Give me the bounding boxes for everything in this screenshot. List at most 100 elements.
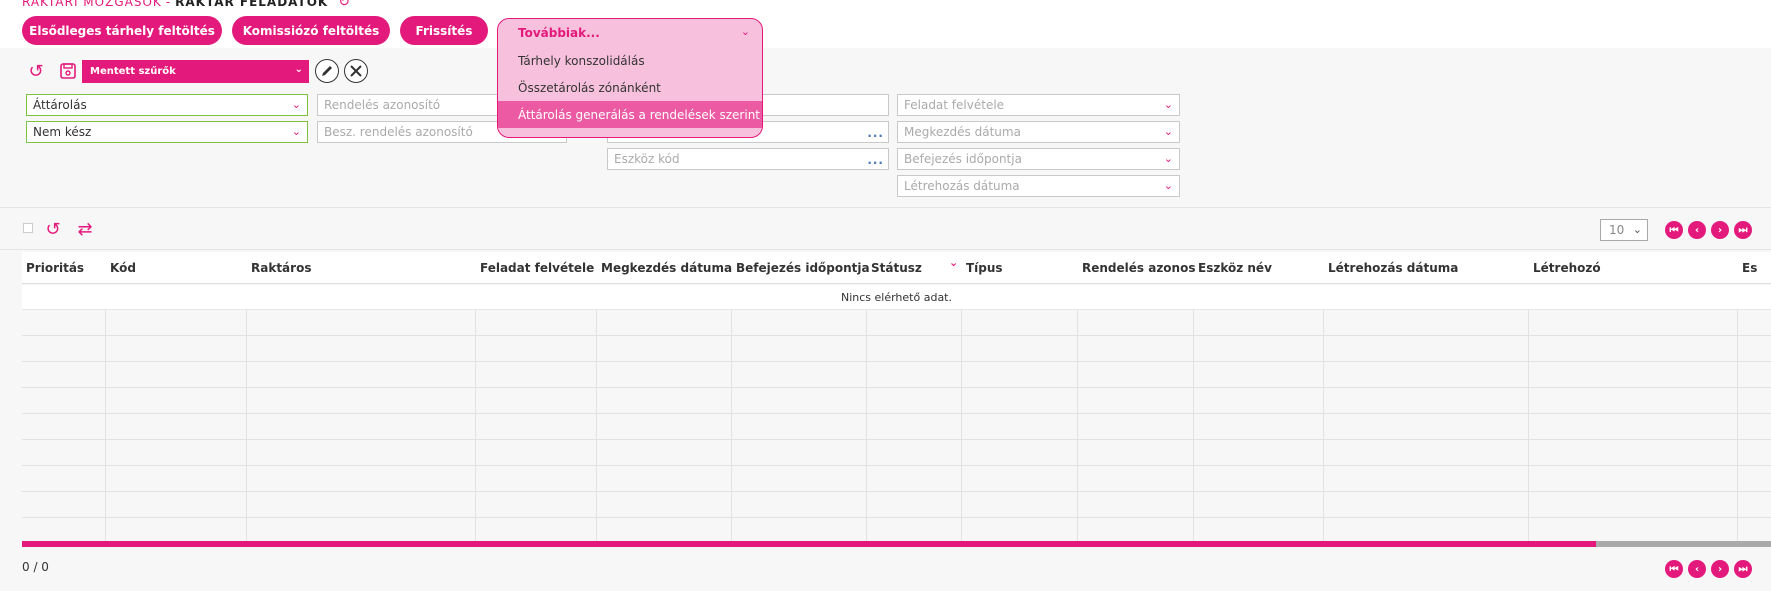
ellipsis-icon[interactable]: ... xyxy=(867,153,884,167)
page: RAKTÁRI MOZGÁSOK - RAKTÁR FELADATOK ↻ Elsőd… xyxy=(0,0,1771,591)
column-header-created-by[interactable]: Létrehozó xyxy=(1533,252,1733,284)
finish-time-filter[interactable]: Befejezés időpontja ⌄ xyxy=(897,148,1180,170)
row-divider xyxy=(22,517,1771,518)
save-filter-icon[interactable] xyxy=(57,60,79,82)
sort-desc-icon[interactable]: ⌄ xyxy=(949,256,958,269)
more-dropdown-label[interactable]: Továbbiak... xyxy=(498,19,762,47)
row-divider xyxy=(22,387,1771,388)
chevron-down-icon: ⌄ xyxy=(294,64,303,75)
last-page-icon[interactable]: ⏭ xyxy=(1734,221,1752,239)
table-body xyxy=(22,310,1771,542)
table-header: Prioritás Kód Raktáros Feladat felvétele… xyxy=(22,252,1771,284)
menu-item-relocation-by-orders[interactable]: Áttárolás generálás a rendelések szerint xyxy=(498,101,762,128)
grid-footer xyxy=(0,550,1771,591)
column-divider xyxy=(1528,310,1529,542)
start-date-placeholder: Megkezdés dátuma xyxy=(904,125,1021,139)
type-filter-value: Áttárolás xyxy=(33,98,87,112)
refresh-icon[interactable]: ↻ xyxy=(338,0,351,10)
device-code-field[interactable]: Eszköz kód ... xyxy=(607,148,889,170)
column-header-code[interactable]: Kód xyxy=(110,252,230,284)
column-divider xyxy=(1737,310,1738,542)
saved-filters-select[interactable]: Mentett szűrők ⌄ xyxy=(82,60,309,83)
column-header-order-id[interactable]: Rendelés azonosító xyxy=(1082,252,1195,284)
column-divider xyxy=(961,310,962,542)
column-header-start-date[interactable]: Megkezdés dátuma xyxy=(601,252,733,284)
prev-page-icon[interactable]: ‹ xyxy=(1688,221,1706,239)
grid-toolbar xyxy=(0,208,1771,250)
column-header-device[interactable]: Es xyxy=(1742,252,1771,284)
column-divider xyxy=(475,310,476,542)
purchase-order-id-placeholder: Besz. rendelés azonosító xyxy=(324,125,473,139)
chevron-down-icon: ⌄ xyxy=(291,98,301,111)
menu-item-zone-storage[interactable]: Összetárolás zónánként xyxy=(498,74,762,101)
column-header-warehouseman[interactable]: Raktáros xyxy=(251,252,451,284)
row-divider xyxy=(22,465,1771,466)
column-header-finish-time[interactable]: Befejezés időpontja xyxy=(736,252,869,284)
row-divider xyxy=(22,413,1771,414)
delete-filter-button[interactable] xyxy=(344,59,368,83)
column-divider xyxy=(1193,310,1194,542)
order-id-placeholder: Rendelés azonosító xyxy=(324,98,441,112)
row-divider xyxy=(22,335,1771,336)
task-pickup-placeholder: Feladat felvétele xyxy=(904,98,1005,112)
last-page-icon[interactable]: ⏭ xyxy=(1734,560,1752,578)
column-divider xyxy=(731,310,732,542)
chevron-down-icon: ⌄ xyxy=(1163,179,1173,192)
row-divider xyxy=(22,491,1771,492)
refresh-button[interactable]: Frissítés xyxy=(400,16,488,45)
start-date-filter[interactable]: Megkezdés dátuma ⌄ xyxy=(897,121,1180,143)
chevron-down-icon: ⌄ xyxy=(1163,152,1173,165)
primary-storage-fill-button[interactable]: Elsődleges tárhely feltöltés xyxy=(22,16,222,45)
column-divider xyxy=(105,310,106,542)
breadcrumb: RAKTÁRI MOZGÁSOK - RAKTÁR FELADATOK ↻ xyxy=(22,0,351,10)
reset-grid-icon[interactable]: ↺ xyxy=(42,218,64,240)
created-date-filter[interactable]: Létrehozás dátuma ⌄ xyxy=(897,175,1180,197)
column-header-type[interactable]: Típus xyxy=(966,252,1076,284)
column-header-created-date[interactable]: Létrehozás dátuma xyxy=(1328,252,1528,284)
breadcrumb-separator: - xyxy=(165,0,172,9)
column-divider xyxy=(866,310,867,542)
select-all-checkbox[interactable] xyxy=(23,223,33,233)
scrollbar-thumb[interactable] xyxy=(22,541,1597,547)
column-header-device-name[interactable]: Eszköz név xyxy=(1198,252,1323,284)
column-divider xyxy=(246,310,247,542)
menu-item-storage-consolidation[interactable]: Tárhely konszolidálás xyxy=(498,47,762,74)
row-divider xyxy=(22,439,1771,440)
pencil-icon xyxy=(322,66,332,76)
column-header-status[interactable]: Státusz ⌄ xyxy=(871,252,961,284)
reset-filter-icon[interactable]: ↺ xyxy=(25,60,47,82)
saved-filters-label: Mentett szűrők xyxy=(90,66,176,77)
task-pickup-filter[interactable]: Feladat felvétele ⌄ xyxy=(897,94,1180,116)
row-divider xyxy=(22,361,1771,362)
finish-time-placeholder: Befejezés időpontja xyxy=(904,152,1022,166)
created-date-placeholder: Létrehozás dátuma xyxy=(904,179,1020,193)
next-page-icon[interactable]: › xyxy=(1711,221,1729,239)
first-page-icon[interactable]: ⏮ xyxy=(1665,560,1683,578)
column-divider xyxy=(596,310,597,542)
status-filter-value: Nem kész xyxy=(33,125,92,139)
picking-fill-button[interactable]: Komissiózó feltöltés xyxy=(232,16,390,45)
more-dropdown[interactable]: Továbbiak... ⌄ Tárhely konszolidálás Öss… xyxy=(497,18,763,138)
chevron-down-icon: ⌄ xyxy=(1163,98,1173,111)
column-header-task-pickup[interactable]: Feladat felvétele xyxy=(480,252,598,284)
type-filter-select[interactable]: Áttárolás ⌄ xyxy=(26,94,308,116)
page-size-select[interactable]: 10 ⌄ xyxy=(1600,219,1648,241)
prev-page-icon[interactable]: ‹ xyxy=(1688,560,1706,578)
chevron-down-icon: ⌄ xyxy=(291,125,301,138)
close-icon xyxy=(350,65,362,77)
record-counter: 0 / 0 xyxy=(22,560,49,574)
first-page-icon[interactable]: ⏮ xyxy=(1665,221,1683,239)
swap-columns-icon[interactable]: ⇄ xyxy=(73,218,97,240)
next-page-icon[interactable]: › xyxy=(1711,560,1729,578)
breadcrumb-current: RAKTÁR FELADATOK xyxy=(175,0,329,9)
breadcrumb-parent[interactable]: RAKTÁRI MOZGÁSOK xyxy=(22,0,162,9)
page-size-value: 10 xyxy=(1609,223,1625,237)
horizontal-scrollbar[interactable] xyxy=(22,541,1771,547)
chevron-down-icon: ⌄ xyxy=(740,25,750,38)
ellipsis-icon[interactable]: ... xyxy=(867,126,884,140)
edit-filter-button[interactable] xyxy=(315,59,339,83)
chevron-down-icon: ⌄ xyxy=(1632,223,1642,236)
status-filter-select[interactable]: Nem kész ⌄ xyxy=(26,121,308,143)
column-header-priority[interactable]: Prioritás xyxy=(26,252,101,284)
empty-message: Nincs elérhető adat. xyxy=(22,285,1771,310)
